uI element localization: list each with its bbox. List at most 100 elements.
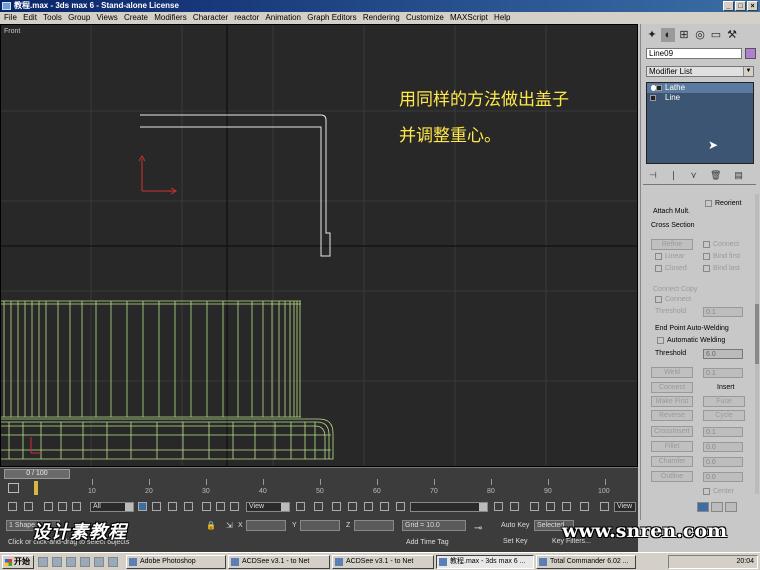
fillet-spinner[interactable]: 0.0 bbox=[703, 442, 743, 452]
select-by-name-icon[interactable] bbox=[152, 502, 161, 511]
menu-customize[interactable]: Customize bbox=[406, 13, 444, 22]
zoom-all-icon[interactable] bbox=[711, 502, 723, 512]
panel-scrollbar[interactable] bbox=[755, 194, 759, 494]
expand-icon[interactable] bbox=[656, 85, 662, 91]
expand-icon[interactable] bbox=[650, 95, 656, 101]
menu-create[interactable]: Create bbox=[124, 13, 148, 22]
reference-coordinate-dropdown[interactable]: View bbox=[246, 502, 290, 512]
absolute-mode-icon[interactable]: ⇲ bbox=[226, 521, 233, 530]
taskbar-item-acdsee-1[interactable]: ACDSee v3.1 - to Net bbox=[228, 555, 330, 569]
menu-file[interactable]: File bbox=[4, 13, 17, 22]
view-button[interactable]: View bbox=[614, 502, 636, 512]
selection-filter-dropdown[interactable]: All bbox=[90, 502, 134, 512]
material-editor-icon[interactable] bbox=[580, 502, 589, 511]
quicklaunch-icon[interactable] bbox=[66, 557, 76, 567]
render-scene-icon[interactable] bbox=[600, 502, 609, 511]
bind-space-warp-icon[interactable] bbox=[72, 502, 81, 511]
pivot-center-icon[interactable] bbox=[296, 502, 305, 511]
create-tab-icon[interactable]: ✦ bbox=[645, 28, 659, 42]
auto-key-button[interactable]: Auto Key bbox=[501, 522, 529, 529]
chevron-down-icon[interactable] bbox=[125, 503, 133, 511]
menu-modifiers[interactable]: Modifiers bbox=[154, 13, 186, 22]
modify-tab-icon[interactable]: ◐ bbox=[661, 28, 675, 42]
mirror-icon[interactable] bbox=[494, 502, 503, 511]
region-select-icon[interactable] bbox=[168, 502, 177, 511]
taskbar-item-3dsmax[interactable]: 教程.max - 3ds max 6 ... bbox=[436, 555, 534, 569]
threshold-spinner[interactable]: 6.0 bbox=[703, 349, 743, 359]
move-icon[interactable] bbox=[202, 502, 211, 511]
menu-character[interactable]: Character bbox=[193, 13, 228, 22]
weld-spinner[interactable]: 0.1 bbox=[703, 368, 743, 378]
menu-animation[interactable]: Animation bbox=[265, 13, 301, 22]
percent-snap-icon[interactable] bbox=[364, 502, 373, 511]
zoom-icon[interactable] bbox=[697, 502, 709, 512]
reverse-button[interactable]: Reverse bbox=[651, 410, 693, 421]
select-object-icon[interactable] bbox=[138, 502, 147, 511]
taskbar-item-acdsee-2[interactable]: ACDSee v3.1 - to Net bbox=[332, 555, 434, 569]
connect-button[interactable]: Connect bbox=[651, 382, 693, 393]
clock[interactable]: 20:04 bbox=[736, 558, 754, 565]
track-bar[interactable]: 10 20 30 40 50 60 70 80 90 100 bbox=[0, 479, 638, 499]
menu-help[interactable]: Help bbox=[494, 13, 510, 22]
stack-item-lathe[interactable]: Lathe bbox=[647, 83, 753, 93]
z-coordinate-field[interactable] bbox=[354, 520, 394, 531]
crossinsert-button[interactable]: CrossInsert bbox=[651, 426, 693, 437]
utilities-tab-icon[interactable]: ⚒ bbox=[725, 28, 739, 42]
quicklaunch-icon[interactable] bbox=[38, 557, 48, 567]
insert-button[interactable]: Insert bbox=[715, 382, 737, 393]
body-wireframe-mesh[interactable] bbox=[1, 300, 334, 460]
chevron-down-icon[interactable]: ▼ bbox=[743, 67, 753, 76]
pan-icon[interactable] bbox=[725, 502, 737, 512]
menu-reactor[interactable]: reactor bbox=[234, 13, 259, 22]
cycle-button[interactable]: Cycle bbox=[703, 410, 745, 421]
chevron-down-icon[interactable] bbox=[479, 503, 487, 511]
chamfer-spinner[interactable]: 0.0 bbox=[703, 457, 743, 467]
chevron-down-icon[interactable] bbox=[281, 503, 289, 511]
snap-toggle-icon[interactable] bbox=[332, 502, 341, 511]
schematic-view-icon[interactable] bbox=[562, 502, 571, 511]
taskbar-item-photoshop[interactable]: Adobe Photoshop bbox=[126, 555, 226, 569]
time-slider-track[interactable]: 0 / 100 bbox=[0, 467, 638, 479]
chamfer-button[interactable]: Chamfer bbox=[651, 456, 693, 467]
curve-editor-icon[interactable] bbox=[546, 502, 555, 511]
set-key-button[interactable]: Set Key bbox=[503, 538, 528, 545]
outline-spinner[interactable]: 0.0 bbox=[703, 472, 743, 482]
key-icon[interactable]: ⊸ bbox=[474, 523, 482, 534]
bind-last-checkbox[interactable] bbox=[703, 265, 710, 272]
configure-sets-icon[interactable]: ▤ bbox=[734, 170, 743, 181]
threshold-a-spinner[interactable]: 0.1 bbox=[703, 307, 743, 317]
layer-manager-icon[interactable] bbox=[530, 502, 539, 511]
linear-checkbox[interactable] bbox=[655, 253, 662, 260]
reorient-checkbox[interactable] bbox=[705, 200, 712, 207]
angle-snap-icon[interactable] bbox=[348, 502, 357, 511]
track-view-icon[interactable] bbox=[8, 483, 19, 493]
rotate-icon[interactable] bbox=[216, 502, 225, 511]
quicklaunch-icon[interactable] bbox=[108, 557, 118, 567]
menu-graph-editors[interactable]: Graph Editors bbox=[307, 13, 356, 22]
menu-tools[interactable]: Tools bbox=[43, 13, 62, 22]
lid-profile-spline[interactable] bbox=[140, 114, 331, 257]
crossinsert-spinner[interactable]: 0.1 bbox=[703, 427, 743, 437]
select-manipulate-icon[interactable] bbox=[314, 502, 323, 511]
hierarchy-tab-icon[interactable]: ⊞ bbox=[677, 28, 691, 42]
outline-button[interactable]: Outline bbox=[651, 471, 693, 482]
spinner-snap-icon[interactable] bbox=[380, 502, 389, 511]
closed-checkbox[interactable] bbox=[655, 265, 662, 272]
automatic-welding-checkbox[interactable] bbox=[657, 337, 664, 344]
make-first-button[interactable]: Make First bbox=[651, 396, 693, 407]
quicklaunch-icon[interactable] bbox=[80, 557, 90, 567]
menu-views[interactable]: Views bbox=[97, 13, 118, 22]
add-time-tag-button[interactable]: Add Time Tag bbox=[406, 539, 449, 546]
bind-first-checkbox[interactable] bbox=[703, 253, 710, 260]
quicklaunch-icon[interactable] bbox=[52, 557, 62, 567]
quicklaunch-icon[interactable] bbox=[94, 557, 104, 567]
minimize-button[interactable]: _ bbox=[723, 1, 734, 11]
menu-group[interactable]: Group bbox=[68, 13, 90, 22]
redo-icon[interactable] bbox=[24, 502, 33, 511]
menu-edit[interactable]: Edit bbox=[23, 13, 37, 22]
center-checkbox[interactable] bbox=[703, 488, 710, 495]
pin-stack-icon[interactable]: ⊣ bbox=[649, 170, 657, 181]
close-button[interactable]: × bbox=[747, 1, 758, 11]
object-name-field[interactable]: Line09 bbox=[646, 48, 742, 59]
remove-modifier-icon[interactable]: 🗑 bbox=[710, 170, 721, 181]
